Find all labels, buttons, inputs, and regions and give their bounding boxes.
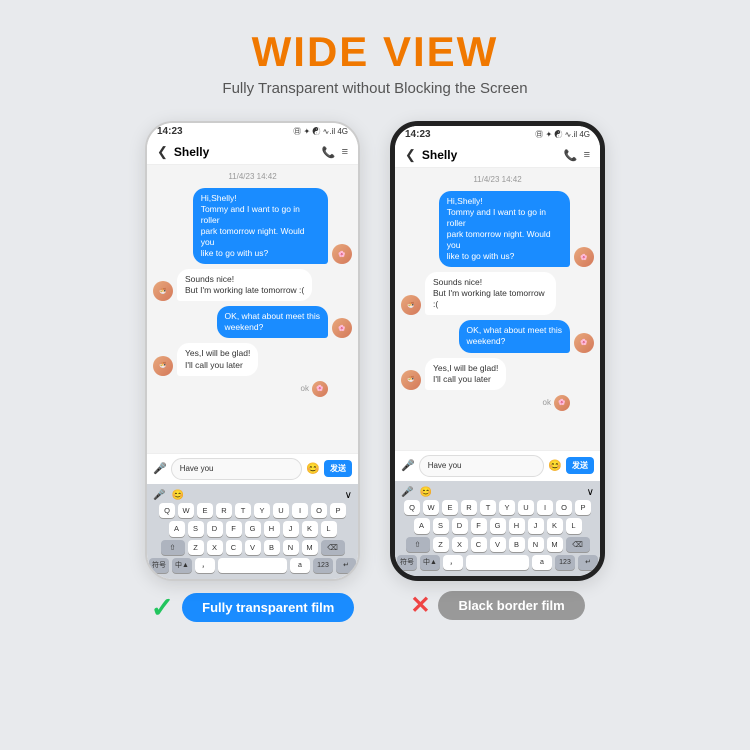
- checkmark-icon: ✓: [151, 591, 174, 624]
- phone-black-border: 14:23㊐ ✦ ☯ ∿.il 4G❮Shelly📞≡11/4/23 14:42…: [390, 121, 605, 620]
- phone-label-transparent: Fully transparent film: [182, 593, 354, 622]
- cross-icon: ✕: [410, 591, 430, 620]
- phone-transparent: 14:23㊐ ✦ ☯ ∿.il 4G❮Shelly📞≡11/4/23 14:42…: [145, 121, 360, 624]
- phones-comparison: 14:23㊐ ✦ ☯ ∿.il 4G❮Shelly📞≡11/4/23 14:42…: [145, 121, 605, 624]
- page-subtitle: Fully Transparent without Blocking the S…: [222, 80, 527, 97]
- page-title: WIDE VIEW: [222, 28, 527, 76]
- page-header: WIDE VIEW Fully Transparent without Bloc…: [222, 28, 527, 97]
- phone-label-black-border: Black border film: [438, 591, 584, 620]
